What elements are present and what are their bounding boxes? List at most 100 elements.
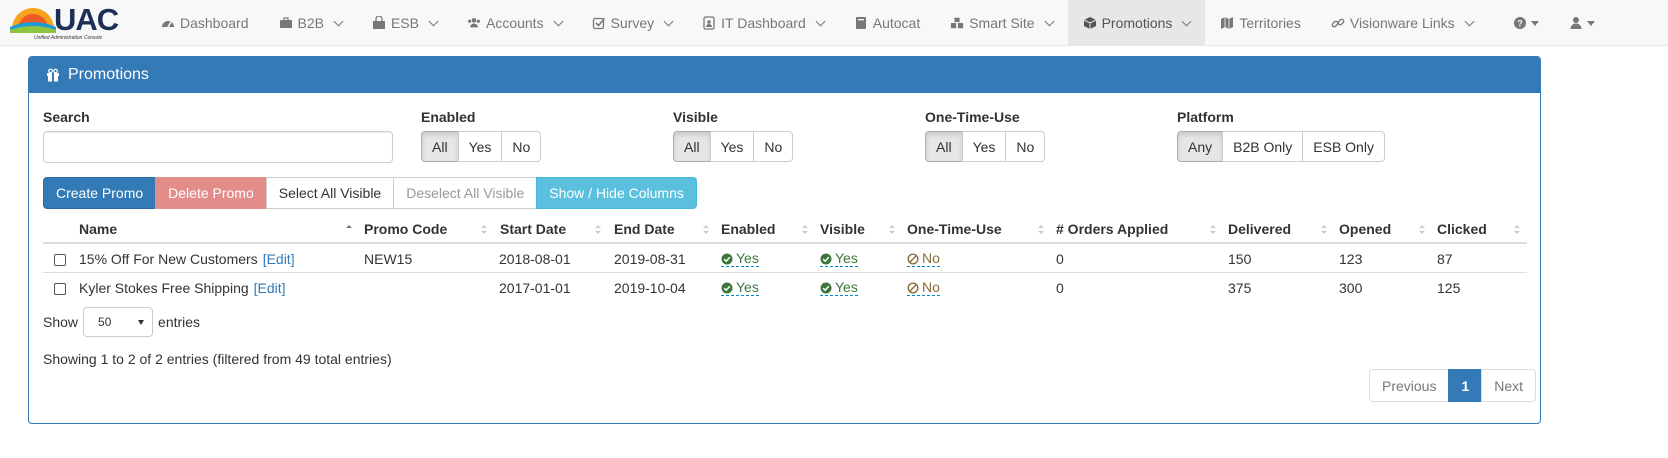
sort-asc-icon [346,225,352,234]
sort-icon [481,225,487,234]
enabled-cell: Yes [721,251,759,268]
sort-icon [703,225,709,234]
one-time-use-toggle[interactable]: No [907,280,940,296]
visible-filter-label: Visible [673,109,718,125]
show-hide-columns-button[interactable]: Show / Hide Columns [536,177,697,209]
column-header-delivered[interactable]: Delivered [1228,221,1291,237]
page-length-value: 50 [98,315,112,329]
nav-user-menu[interactable] [1554,0,1610,46]
id-badge-icon [702,16,716,30]
check-circle-icon [721,253,733,264]
sort-icon [1419,225,1425,234]
cube-icon [1083,16,1097,30]
edit-link[interactable]: [Edit] [254,280,286,296]
check-circle-icon [721,282,733,293]
visible-filter-group: All Yes No [673,131,794,162]
platform-any-button[interactable]: Any [1177,131,1224,162]
visible-toggle[interactable]: Yes [820,280,858,296]
caret-down-icon [1586,21,1595,26]
enabled-value: Yes [736,279,759,295]
column-header-visible[interactable]: Visible [820,221,865,237]
nav-esb[interactable]: ESB [357,0,452,46]
row-checkbox[interactable] [54,283,66,295]
column-header-one-time-use[interactable]: One-Time-Use [907,221,1002,237]
check-circle-icon [820,282,832,293]
nav-smart-site[interactable]: Smart Site [935,0,1067,46]
visible-no-button[interactable]: No [753,131,794,162]
visible-value: Yes [835,279,858,295]
column-header-start-date[interactable]: Start Date [500,221,566,237]
table-row[interactable]: Kyler Stokes Free Shipping [Edit] 2017-01… [43,273,1527,302]
sort-icon [1038,225,1044,234]
column-header-enabled[interactable]: Enabled [721,221,775,237]
nav-survey[interactable]: Survey [577,0,688,46]
platform-esb-only-button[interactable]: ESB Only [1302,131,1385,162]
nav-b2b[interactable]: B2B [264,0,357,46]
enabled-toggle[interactable]: Yes [721,280,759,296]
deselect-all-visible-button[interactable]: Deselect All Visible [393,177,538,209]
one-time-use-yes-button[interactable]: Yes [961,131,1007,162]
enabled-toggle[interactable]: Yes [721,251,759,267]
nav-autocat[interactable]: Autocat [839,0,935,46]
table-row[interactable]: 15% Off For New Customers [Edit] NEW15 20… [43,244,1527,273]
svg-text:?: ? [1517,19,1523,29]
nav-visionware-links-label: Visionware Links [1349,15,1455,31]
enabled-cell: Yes [721,280,759,297]
previous-page-button[interactable]: Previous [1369,369,1450,402]
promotions-table: Name Promo Code Start Date End Date Enab… [43,217,1527,302]
row-checkbox[interactable] [54,254,66,266]
visible-yes-button[interactable]: Yes [709,131,755,162]
delete-promo-button[interactable]: Delete Promo [155,177,267,209]
main-nav: Dashboard B2B ESB Accounts Survey IT Das… [146,0,1610,46]
visible-toggle[interactable]: Yes [820,251,858,267]
chevron-down-icon [1464,16,1475,26]
edit-link[interactable]: [Edit] [263,251,295,267]
one-time-use-no-button[interactable]: No [1005,131,1046,162]
nav-help-menu[interactable]: ? [1498,0,1554,46]
nav-b2b-label: B2B [297,15,324,31]
next-page-button[interactable]: Next [1481,369,1537,402]
sort-icon [1321,225,1327,234]
action-bar: Create Promo Delete Promo Select All Vis… [43,177,697,209]
enabled-all-button[interactable]: All [421,131,459,162]
platform-b2b-only-button[interactable]: B2B Only [1222,131,1304,162]
start-date-cell: 2018-08-01 [499,251,571,267]
create-promo-button[interactable]: Create Promo [43,177,157,209]
uac-logo-icon [10,8,56,33]
panel-title: Promotions [68,66,149,83]
column-header-orders-applied[interactable]: # Orders Applied [1056,221,1168,237]
nav-dashboard-label: Dashboard [180,15,249,31]
promo-name-cell: Kyler Stokes Free Shipping [Edit] [79,280,286,296]
sort-icon [802,225,808,234]
nav-it-dashboard[interactable]: IT Dashboard [687,0,839,46]
search-input[interactable] [43,131,393,163]
nav-territories[interactable]: Territories [1205,0,1315,46]
one-time-use-toggle[interactable]: No [907,251,940,267]
enabled-filter-label: Enabled [421,109,476,125]
nav-visionware-links[interactable]: Visionware Links [1316,0,1488,46]
shopping-bag-icon [372,16,386,30]
enabled-no-button[interactable]: No [501,131,542,162]
column-header-clicked[interactable]: Clicked [1437,221,1487,237]
nav-promotions[interactable]: Promotions [1067,0,1206,46]
nav-accounts[interactable]: Accounts [452,0,577,46]
page-length-select[interactable]: 50 [83,307,154,337]
brand-logo[interactable]: UAC Unified Administration Console [0,0,146,46]
ban-icon [907,252,919,265]
nav-esb-label: ESB [390,15,419,31]
column-header-end-date[interactable]: End Date [614,221,675,237]
column-header-name[interactable]: Name [79,221,117,237]
page-1-button[interactable]: 1 [1448,369,1483,402]
sort-icon [595,225,601,234]
column-header-promo-code[interactable]: Promo Code [364,221,447,237]
column-header-opened[interactable]: Opened [1339,221,1391,237]
enabled-yes-button[interactable]: Yes [457,131,503,162]
visible-all-button[interactable]: All [673,131,711,162]
select-all-visible-button[interactable]: Select All Visible [265,177,395,209]
caret-down-icon [138,319,145,325]
one-time-use-all-button[interactable]: All [925,131,963,162]
pagination: Previous 1 Next [1369,369,1537,402]
chevron-down-icon [553,16,564,26]
orders-applied-cell: 0 [1056,280,1064,296]
nav-dashboard[interactable]: Dashboard [146,0,264,46]
